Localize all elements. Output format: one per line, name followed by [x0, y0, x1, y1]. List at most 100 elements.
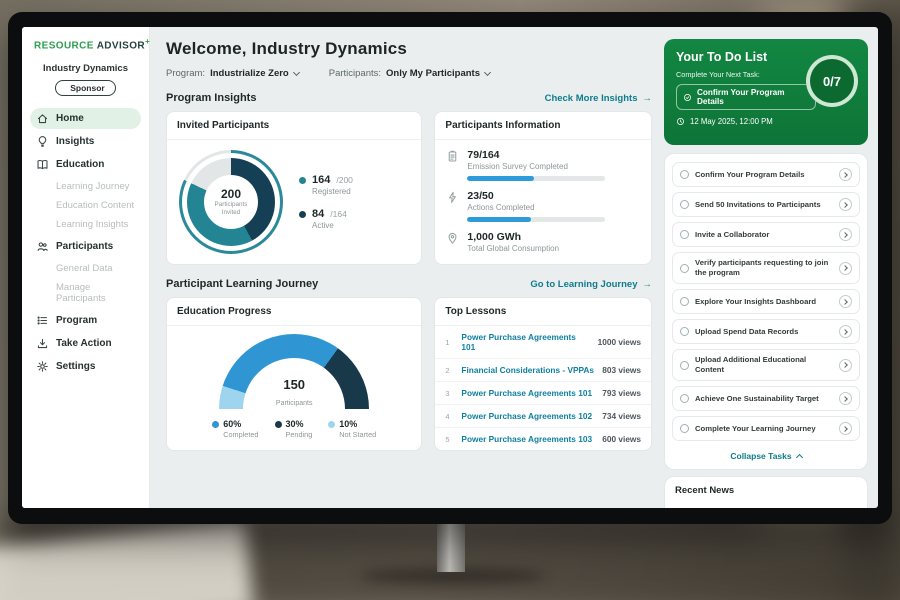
chevron-right-icon [842, 172, 848, 178]
legend-dot-navy [275, 421, 282, 428]
monitor-stand [437, 520, 465, 572]
checkbox-icon[interactable] [680, 424, 689, 433]
task-row-explore-insights[interactable]: Explore Your Insights Dashboard [672, 289, 860, 314]
link-label: Check More Insights [545, 93, 638, 104]
task-open-button[interactable] [839, 198, 852, 211]
learning-journey-header: Participant Learning Journey Go to Learn… [166, 278, 652, 290]
task-row-achieve-target[interactable]: Achieve One Sustainability Target [672, 386, 860, 411]
lesson-link[interactable]: Power Purchase Agreements 101 [461, 332, 589, 352]
sidebar-item-education[interactable]: Education [30, 154, 141, 175]
section-title: Program Insights [166, 92, 256, 104]
sidebar-item-insights[interactable]: Insights [30, 131, 141, 152]
legend-label: Pending [286, 430, 313, 439]
checkbox-icon[interactable] [680, 297, 689, 306]
todo-due-date: 12 May 2025, 12:00 PM [676, 117, 856, 126]
lesson-row: 2 Financial Considerations - VPPAs 803 v… [435, 359, 651, 382]
sidebar-item-home[interactable]: Home [30, 108, 141, 129]
task-row-upload-educational-content[interactable]: Upload Additional Educational Content [672, 349, 860, 381]
recent-news-header[interactable]: Recent News [664, 476, 868, 508]
stat-label: Actions Completed [467, 203, 605, 212]
sidebar-item-settings[interactable]: Settings [30, 356, 141, 377]
progress-fill [467, 176, 533, 181]
legend-dot-blue [212, 421, 219, 428]
lesson-link[interactable]: Power Purchase Agreements 101 [461, 388, 594, 398]
sidebar-item-take-action[interactable]: Take Action [30, 333, 141, 354]
actions-completed-stat: 23/50 Actions Completed [446, 190, 640, 222]
stat-label: Emission Survey Completed [467, 162, 605, 171]
stat-label: Total Global Consumption [467, 244, 559, 253]
lesson-rank: 3 [445, 389, 453, 398]
lesson-row: 4 Power Purchase Agreements 102 734 view… [435, 405, 651, 428]
chevron-right-icon [842, 299, 848, 305]
checkbox-icon[interactable] [680, 170, 689, 179]
task-open-button[interactable] [839, 392, 852, 405]
legend-dot-navy [299, 211, 306, 218]
emission-progress-bar [467, 176, 605, 181]
participants-filter[interactable]: Participants: Only My Participants [329, 68, 490, 79]
sidebar-item-program[interactable]: Program [30, 310, 141, 331]
card-title: Education Progress [167, 298, 421, 326]
checkbox-icon[interactable] [680, 394, 689, 403]
checkbox-icon[interactable] [680, 327, 689, 336]
invited-donut-chart: 200 Participants Invited [179, 150, 283, 254]
task-row-confirm-program[interactable]: Confirm Your Program Details [672, 162, 860, 187]
task-row-upload-spend-data[interactable]: Upload Spend Data Records [672, 319, 860, 344]
legend-label: Completed [223, 430, 258, 439]
collapse-tasks-button[interactable]: Collapse Tasks [672, 446, 860, 465]
sponsor-badge[interactable]: Sponsor [55, 80, 115, 96]
lesson-link[interactable]: Power Purchase Agreements 103 [461, 434, 594, 444]
chevron-right-icon [842, 232, 848, 238]
legend-value: 84 [312, 208, 324, 220]
task-label: Confirm Your Program Details [695, 170, 833, 180]
sidebar-item-participants[interactable]: Participants [30, 236, 141, 257]
task-row-invite-collaborator[interactable]: Invite a Collaborator [672, 222, 860, 247]
legend-label: Not Started [339, 430, 376, 439]
legend-registered: 164 /200 Registered [299, 174, 353, 196]
task-open-button[interactable] [839, 325, 852, 338]
sidebar-item-education-content[interactable]: Education Content [30, 196, 141, 215]
sidebar: RESOURCE ADVISOR+ Industry Dynamics Spon… [22, 27, 150, 508]
lesson-link[interactable]: Financial Considerations - VPPAs [461, 365, 594, 375]
sidebar-item-learning-journey[interactable]: Learning Journey [30, 177, 141, 196]
sidebar-item-manage-participants[interactable]: Manage Participants [30, 278, 141, 308]
link-label: Go to Learning Journey [530, 279, 637, 290]
task-label: Upload Spend Data Records [695, 327, 833, 337]
insights-cards-row: Invited Participants 200 Participants In… [166, 111, 652, 265]
sidebar-item-general-data[interactable]: General Data [30, 259, 141, 278]
gear-icon [36, 360, 49, 373]
task-open-button[interactable] [839, 228, 852, 241]
chevron-right-icon [842, 265, 848, 271]
lesson-link[interactable]: Power Purchase Agreements 102 [461, 411, 594, 421]
todo-next-task[interactable]: Confirm Your Program Details [676, 84, 816, 110]
task-open-button[interactable] [839, 422, 852, 435]
lesson-rank: 4 [445, 412, 453, 421]
gauge-center-label: Participants [276, 400, 313, 407]
monitor-bezel: RESOURCE ADVISOR+ Industry Dynamics Spon… [8, 12, 892, 524]
task-label: Explore Your Insights Dashboard [695, 297, 833, 307]
sponsor-badge-label: Sponsor [70, 83, 104, 93]
invited-participants-card: Invited Participants 200 Participants In… [166, 111, 422, 265]
nav-label: Settings [56, 361, 95, 372]
checkbox-icon[interactable] [680, 361, 689, 370]
checkbox-icon[interactable] [680, 200, 689, 209]
legend-label: Registered [312, 187, 353, 196]
task-row-send-invitations[interactable]: Send 50 Invitations to Participants [672, 192, 860, 217]
program-filter[interactable]: Program: Industrialize Zero [166, 68, 299, 79]
legend-pct: 60% [223, 419, 241, 429]
task-open-button[interactable] [839, 168, 852, 181]
task-open-button[interactable] [839, 262, 852, 275]
task-row-verify-participants[interactable]: Verify participants requesting to join t… [672, 252, 860, 284]
task-row-complete-learning-journey[interactable]: Complete Your Learning Journey [672, 416, 860, 441]
location-pin-icon [446, 232, 459, 245]
card-title: Participants Information [435, 112, 651, 140]
sidebar-item-learning-insights[interactable]: Learning Insights [30, 215, 141, 234]
task-open-button[interactable] [839, 359, 852, 372]
checkbox-icon[interactable] [680, 230, 689, 239]
lesson-rank: 1 [445, 338, 453, 347]
legend-not-started: 10% Not Started [328, 419, 376, 439]
task-open-button[interactable] [839, 295, 852, 308]
info-card-body: 79/164 Emission Survey Completed 23/50 A… [435, 140, 651, 262]
go-to-learning-journey-link[interactable]: Go to Learning Journey → [530, 279, 652, 290]
check-more-insights-link[interactable]: Check More Insights → [545, 93, 652, 104]
checkbox-icon[interactable] [680, 264, 689, 273]
